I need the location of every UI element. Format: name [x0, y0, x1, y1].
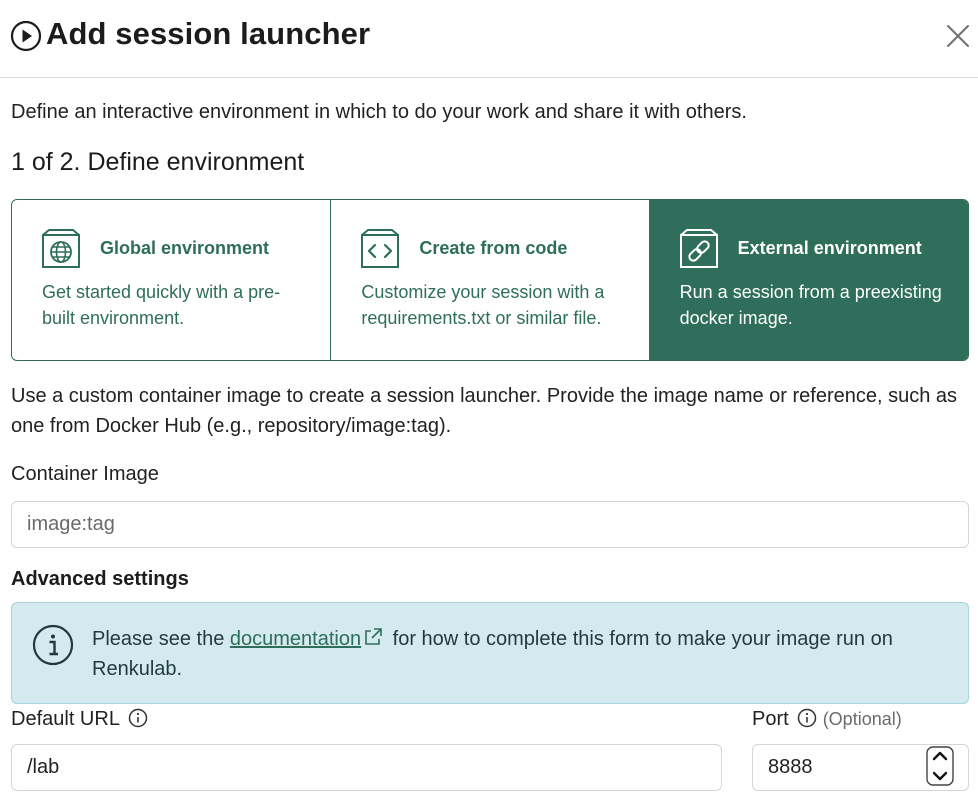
card-description: Customize your session with a requiremen… — [361, 282, 605, 328]
info-circle-icon[interactable] — [128, 708, 148, 728]
alert-text: Please see the documentation for how to … — [92, 624, 962, 684]
globe-box-icon — [42, 229, 80, 268]
card-title: Create from code — [419, 238, 568, 258]
info-alert: Please see the documentation for how to … — [11, 602, 969, 704]
close-icon[interactable] — [946, 24, 970, 48]
card-external-environment[interactable]: External environment Run a session from … — [648, 200, 968, 360]
external-link-icon[interactable] — [363, 627, 383, 647]
card-title: Global environment — [100, 238, 270, 258]
container-image-input[interactable] — [11, 501, 969, 548]
documentation-link[interactable]: documentation — [230, 628, 361, 650]
card-description: Get started quickly with a pre-built env… — [42, 282, 281, 328]
number-spinner-icon[interactable] — [925, 745, 955, 787]
info-circle-icon — [32, 624, 74, 666]
modal-header: Add session launcher — [0, 0, 978, 78]
code-box-icon — [361, 229, 400, 268]
card-title: External environment — [737, 238, 922, 258]
advanced-settings-title: Advanced settings — [11, 568, 189, 590]
port-label: Port — [752, 708, 789, 730]
modal-title: Add session launcher — [46, 16, 371, 51]
link-box-icon — [679, 229, 718, 268]
default-url-input[interactable] — [11, 744, 722, 791]
card-create-from-code[interactable]: Create from code Customize your session … — [330, 200, 648, 360]
default-url-label-row: Default URL — [11, 708, 148, 731]
step-title: 1 of 2. Define environment — [11, 148, 305, 176]
default-url-label: Default URL — [11, 708, 120, 730]
environment-type-selector: Global environment Get started quickly w… — [11, 199, 969, 361]
info-circle-icon[interactable] — [797, 708, 817, 728]
play-circle-icon — [10, 20, 42, 52]
container-image-label: Container Image — [11, 463, 159, 485]
alert-prefix: Please see the — [92, 628, 230, 650]
external-environment-description: Use a custom container image to create a… — [11, 385, 958, 437]
intro-text: Define an interactive environment in whi… — [11, 101, 747, 123]
card-global-environment[interactable]: Global environment Get started quickly w… — [12, 200, 330, 360]
port-label-row: Port (Optional) — [752, 708, 902, 731]
optional-hint: (Optional) — [822, 709, 902, 729]
card-description: Run a session from a preexisting docker … — [679, 282, 942, 328]
